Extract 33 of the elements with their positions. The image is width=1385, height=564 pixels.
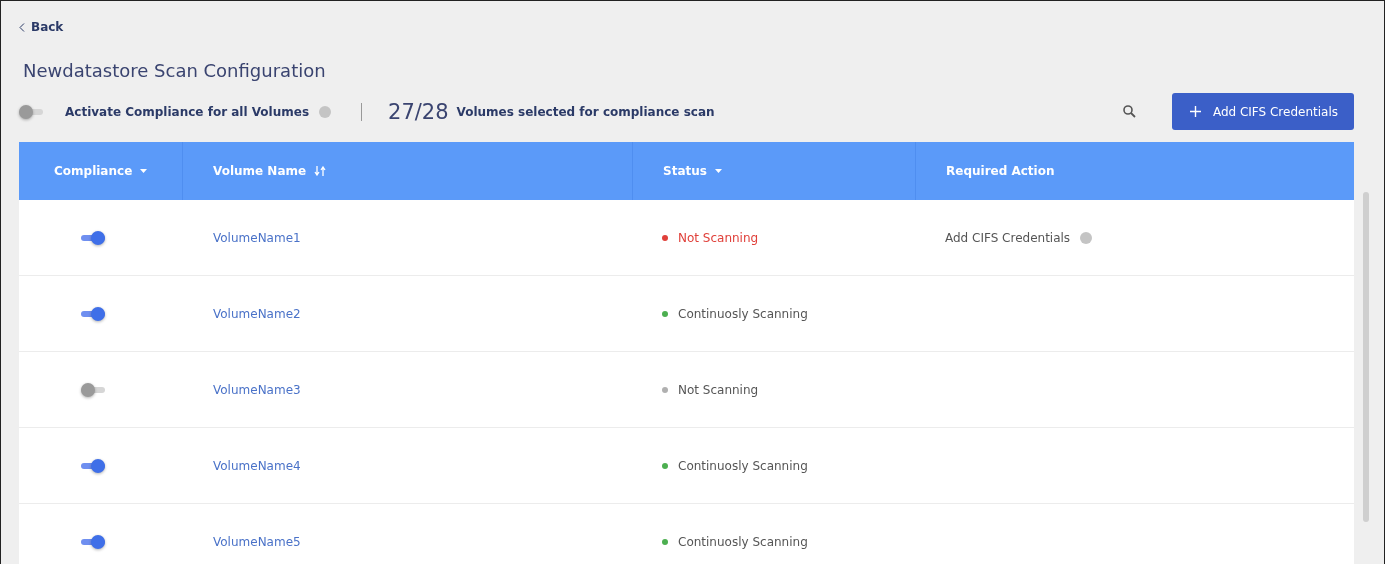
toggle-switch[interactable] [81, 460, 105, 471]
toggle-switch[interactable] [81, 384, 105, 395]
scrollbar[interactable] [1363, 192, 1369, 522]
caret-icon [140, 169, 148, 173]
caret-icon [714, 169, 722, 173]
toggle-switch[interactable] [81, 308, 105, 319]
status-text: Continuosly Scanning [678, 534, 808, 549]
volume-name-link[interactable]: VolumeName2 [213, 306, 301, 321]
selected-label: Volumes selected for compliance scan [456, 104, 715, 119]
column-header[interactable]: Compliance [19, 142, 182, 200]
status-text: Continuosly Scanning [678, 306, 808, 321]
toggle-switch[interactable] [81, 536, 105, 547]
volume-name-link[interactable]: VolumeName3 [213, 382, 301, 397]
back-link[interactable]: Back [19, 20, 1384, 34]
status-text: Not Scanning [678, 230, 759, 245]
volume-name-link[interactable]: VolumeName4 [213, 458, 301, 473]
toggle-label: Activate Compliance for all Volumes [65, 104, 310, 119]
plus-icon [1189, 106, 1201, 117]
required-action: Add CIFS Credentials [945, 230, 1071, 245]
search-icon[interactable] [1122, 105, 1136, 118]
volume-name-link[interactable]: VolumeName1 [213, 230, 301, 245]
chevron-left-icon [19, 22, 25, 32]
info-icon [1080, 231, 1093, 244]
status-text: Continuosly Scanning [678, 458, 808, 473]
info-icon [319, 105, 332, 118]
status-text: Not Scanning [678, 382, 759, 397]
add-credentials-button[interactable]: Add CIFS Credentials [1171, 93, 1354, 130]
toggle-switch[interactable] [81, 232, 105, 243]
volume-name-link[interactable]: VolumeName5 [213, 534, 301, 549]
toggle-switch[interactable] [19, 106, 43, 117]
selected-count: 27/28 [388, 99, 449, 124]
page-title: Newdatastore Scan Configuration [23, 60, 327, 81]
sort-icon [314, 166, 327, 176]
